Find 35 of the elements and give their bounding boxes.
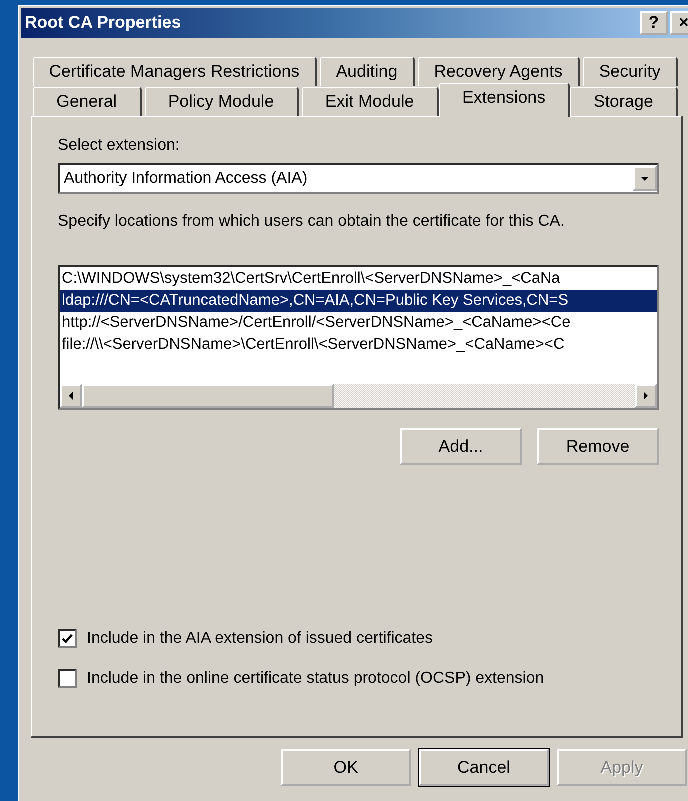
list-item[interactable]: file://\\<ServerDNSName>\CertEnroll\<ServerDNSName>_<CaName><C — [60, 334, 657, 356]
ok-button[interactable]: OK — [281, 749, 411, 786]
checkbox[interactable] — [58, 669, 77, 688]
tab[interactable]: Recovery Agents — [418, 57, 580, 86]
tab[interactable]: General — [33, 87, 142, 116]
tab[interactable]: Auditing — [320, 57, 415, 86]
checkbox[interactable] — [58, 629, 77, 648]
dropdown-arrow-icon — [641, 174, 649, 182]
add-button[interactable]: Add... — [400, 428, 522, 465]
scroll-right-button[interactable] — [635, 384, 657, 408]
right-arrow-icon — [642, 392, 650, 400]
window-title: Root CA Properties — [25, 13, 182, 33]
checkmark-icon — [62, 634, 73, 644]
cancel-button[interactable]: Cancel — [419, 749, 549, 786]
tab[interactable]: Security — [583, 57, 678, 86]
close-button[interactable]: × — [670, 11, 688, 35]
extension-dropdown[interactable]: Authority Information Access (AIA) — [58, 163, 659, 194]
help-button[interactable]: ? — [640, 11, 668, 35]
tab[interactable]: Extensions — [438, 83, 570, 117]
scroll-thumb[interactable] — [82, 384, 334, 408]
list-item[interactable]: C:\WINDOWS\system32\CertSrv\CertEnroll\<ServerDNSName>_<CaNa — [60, 268, 657, 290]
tab[interactable]: Storage — [570, 87, 678, 116]
list-item[interactable]: ldap:///CN=<CATruncatedName>,CN=AIA,CN=Public Key Services,CN=S — [60, 290, 657, 312]
description-text: Specify locations from which users can obtain the certificate for this CA. — [58, 213, 566, 231]
tab[interactable]: Policy Module — [144, 87, 299, 116]
scroll-left-button[interactable] — [60, 384, 82, 408]
horizontal-scrollbar[interactable] — [60, 384, 657, 408]
list-item[interactable]: http://<ServerDNSName>/CertEnroll/<ServerDNSName>_<CaName><Ce — [60, 312, 657, 334]
remove-button[interactable]: Remove — [537, 428, 659, 465]
left-arrow-icon — [67, 392, 75, 400]
checkbox-label: Include in the online certificate status protocol (OCSP) extension — [87, 670, 544, 688]
tab[interactable]: Exit Module — [302, 87, 439, 116]
select-label: Select extension: — [58, 137, 181, 155]
checkbox-label: Include in the AIA extension of issued certificates — [87, 630, 433, 648]
tab[interactable]: Certificate Managers Restrictions — [33, 57, 317, 86]
